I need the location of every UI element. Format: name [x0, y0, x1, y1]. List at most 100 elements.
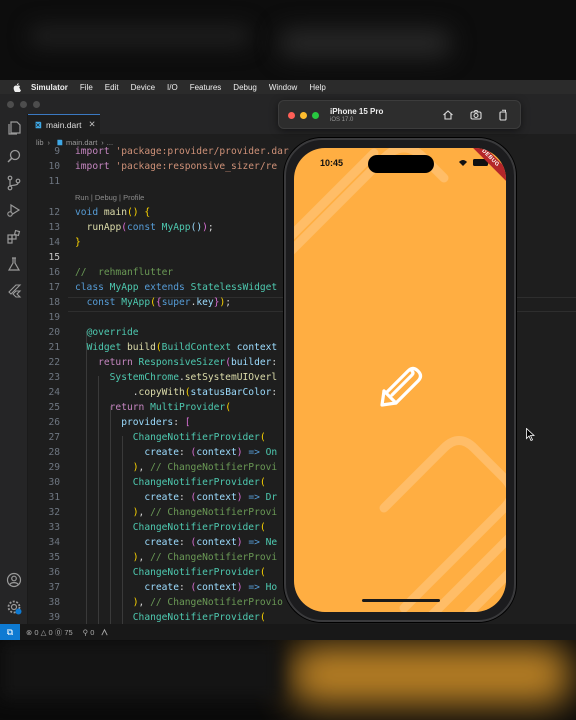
line-number: 18: [48, 297, 60, 308]
problems-indicator[interactable]: ⊗ 0 △ 0 ⓪ 75: [26, 627, 73, 638]
line-number: 31: [48, 492, 60, 503]
line-number: 13: [48, 222, 60, 233]
home-indicator[interactable]: [362, 599, 440, 602]
tab-main-dart[interactable]: main.dart ✕: [28, 114, 100, 134]
remote-indicator-icon[interactable]: ⧉: [0, 624, 20, 640]
code-line: ), // ChangeNotifierProvi: [132, 462, 278, 473]
code-line: void main() {: [75, 207, 151, 218]
source-control-icon[interactable]: [6, 175, 22, 191]
code-line: Widget build(BuildContext context: [86, 342, 278, 353]
line-number: 12: [48, 207, 60, 218]
menu-device[interactable]: Device: [131, 83, 155, 92]
app-splash-screen[interactable]: 10:45 DEBUG: [294, 148, 506, 612]
status-time: 10:45: [320, 158, 344, 168]
ports-indicator[interactable]: ⚲ 0: [83, 628, 95, 637]
code-line: ), // ChangeNotifierProvi: [132, 552, 278, 563]
rotate-icon[interactable]: [497, 109, 509, 121]
line-number: 39: [48, 612, 60, 623]
broadcast-icon[interactable]: [100, 628, 109, 637]
line-number: 27: [48, 432, 60, 443]
code-line: class MyApp extends StatelessWidget: [75, 282, 278, 293]
flutter-icon[interactable]: [6, 283, 22, 299]
simulator-zoom-button[interactable]: [312, 112, 319, 119]
testing-flask-icon[interactable]: [6, 256, 22, 272]
tab-close-icon[interactable]: ✕: [88, 119, 95, 130]
menu-edit[interactable]: Edit: [105, 83, 119, 92]
code-line: ChangeNotifierProvider(: [132, 477, 266, 488]
account-icon[interactable]: [6, 572, 22, 588]
line-number: 28: [48, 447, 60, 458]
code-line: .copyWith(statusBarColor:: [75, 387, 278, 398]
code-line: import 'package:responsive_sizer/re: [75, 161, 278, 172]
menu-simulator[interactable]: Simulator: [31, 83, 68, 92]
line-number: 9: [54, 146, 60, 157]
line-number: 34: [48, 537, 60, 548]
mouse-cursor-icon: [526, 428, 535, 441]
code-line: providers: [: [121, 417, 191, 428]
line-number: 10: [48, 161, 60, 172]
settings-gear-icon[interactable]: [6, 599, 22, 615]
code-line: // rehmanflutter: [75, 267, 174, 278]
codelens-run-debug-profile[interactable]: Run | Debug | Profile: [75, 193, 144, 202]
code-line: @override: [86, 327, 139, 338]
screenshot-icon[interactable]: [470, 109, 482, 121]
line-number: 29: [48, 462, 60, 473]
status-bar: ⧉ ⊗ 0 △ 0 ⓪ 75 ⚲ 0: [0, 624, 576, 640]
dart-file-icon: [35, 121, 42, 128]
menu-file[interactable]: File: [80, 83, 93, 92]
line-number: 23: [48, 372, 60, 383]
line-number: 21: [48, 342, 60, 353]
line-number: 20: [48, 327, 60, 338]
os-version: iOS 17.0: [330, 117, 354, 123]
code-line: return MultiProvider(: [109, 402, 231, 413]
window-minimize-button[interactable]: [20, 100, 27, 108]
menu-debug[interactable]: Debug: [233, 83, 257, 92]
code-line: ChangeNotifierProvider(: [132, 522, 266, 533]
line-number: 30: [48, 477, 60, 488]
line-number: 36: [48, 567, 60, 578]
simulator-close-button[interactable]: [288, 112, 295, 119]
code-line: create: (context) => Ne: [144, 537, 278, 548]
search-icon[interactable]: [6, 148, 22, 164]
line-number: 16: [48, 267, 60, 278]
home-icon[interactable]: [442, 109, 454, 121]
line-number: 17: [48, 282, 60, 293]
menu-io[interactable]: I/O: [167, 83, 178, 92]
line-number: 32: [48, 507, 60, 518]
line-number: 35: [48, 552, 60, 563]
code-line: return ResponsiveSizer(builder:: [98, 357, 278, 368]
code-line: ChangeNotifierProvider(: [132, 612, 266, 623]
menu-help[interactable]: Help: [309, 83, 325, 92]
iphone-frame: 10:45 DEBUG: [284, 138, 516, 622]
extensions-icon[interactable]: [6, 229, 22, 245]
activity-bar: [0, 114, 28, 624]
line-number: 11: [48, 176, 60, 187]
blurred-background-top: [0, 0, 576, 80]
dart-file-icon: [57, 139, 63, 145]
run-debug-icon[interactable]: [6, 202, 22, 218]
line-number: 26: [48, 417, 60, 428]
code-line: ), // ChangeNotifierProvio: [132, 597, 283, 608]
menu-window[interactable]: Window: [269, 83, 297, 92]
code-line: create: (context) => Ho: [144, 582, 278, 593]
code-line: import 'package:provider/provider.dar: [75, 146, 289, 157]
window-zoom-button[interactable]: [33, 100, 40, 108]
line-number: 15: [48, 252, 60, 263]
paperclip-pencil-logo-icon: [380, 366, 423, 407]
line-number: 38: [48, 597, 60, 608]
apple-icon[interactable]: [11, 82, 23, 92]
window-close-button[interactable]: [7, 100, 14, 108]
code-line: ChangeNotifierProvider(: [132, 432, 266, 443]
line-number: 24: [48, 387, 60, 398]
code-line: ), // ChangeNotifierProvi: [132, 507, 278, 518]
line-number: 25: [48, 402, 60, 413]
code-line: SystemChrome.setSystemUIOverl: [109, 372, 278, 383]
device-name: iPhone 15 Pro: [330, 107, 384, 116]
explorer-icon[interactable]: [6, 120, 22, 136]
menu-features[interactable]: Features: [190, 83, 222, 92]
dynamic-island: [368, 155, 434, 173]
simulator-minimize-button[interactable]: [300, 112, 307, 119]
code-line: create: (context) => On: [144, 447, 278, 458]
line-number: 33: [48, 522, 60, 533]
blurred-background-bottom: [0, 640, 576, 720]
